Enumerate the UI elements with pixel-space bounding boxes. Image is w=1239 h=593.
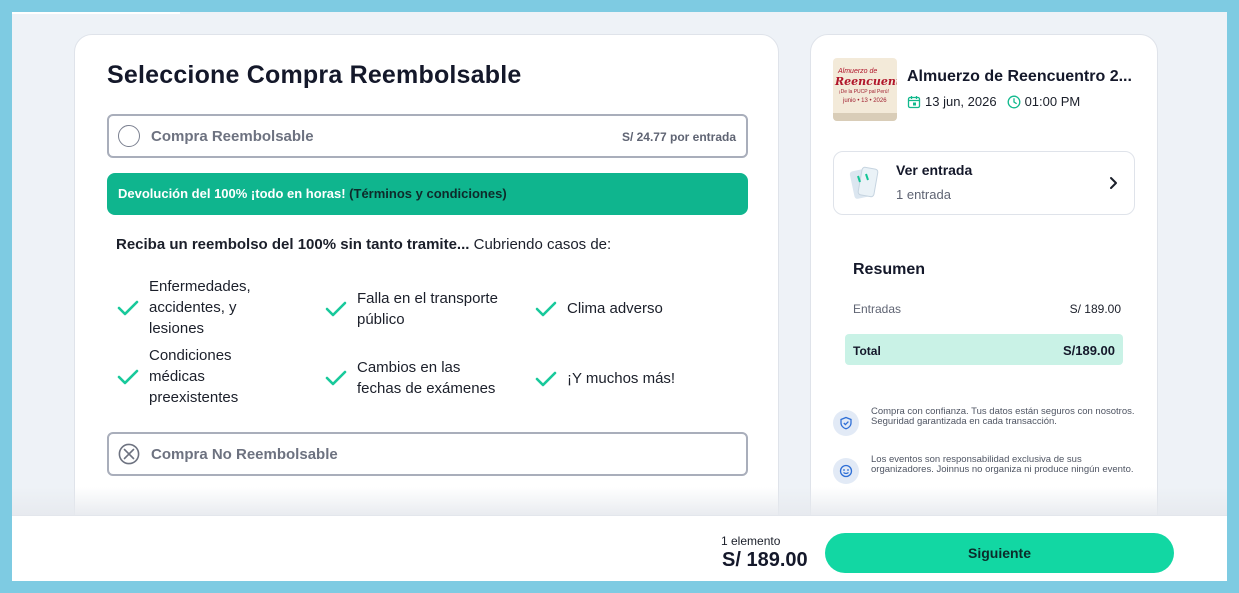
feature-item: Falla en el transporte público: [325, 288, 498, 330]
feature-line: Enfermedades,: [149, 278, 251, 295]
refund-banner: Devolución del 100% ¡todo en horas! (Tér…: [107, 173, 748, 215]
non-refundable-option-label: Compra No Reembolsable: [151, 446, 338, 463]
feature-line: médicas: [149, 368, 205, 385]
feature-line: Cambios en las: [357, 359, 461, 376]
refund-intro: Reciba un reembolso del 100% sin tanto t…: [116, 236, 611, 253]
feature-line: Falla en el transporte: [357, 290, 498, 307]
check-icon: [535, 301, 557, 316]
footer-total: S/ 189.00: [722, 549, 808, 571]
refundable-option-price: S/ 24.77 por entrada: [621, 130, 736, 144]
page-title: Seleccione Compra Reembolsable: [107, 61, 522, 89]
feature-item: Condiciones médicas preexistentes: [117, 345, 238, 408]
feature-item: Cambios en las fechas de exámenes: [325, 357, 495, 399]
support-face-icon: [833, 458, 859, 484]
refundable-option[interactable]: Compra Reembolsable S/ 24.77 por entrada: [107, 114, 748, 158]
refund-selection-card: Seleccione Compra Reembolsable Compra Re…: [74, 34, 779, 554]
disclaimer-info: Los eventos son responsabilidad exclusiv…: [833, 455, 1137, 484]
feature-line: Condiciones: [149, 347, 232, 364]
check-icon: [117, 369, 139, 384]
scroll-fade: [12, 487, 1227, 517]
summary-heading: Resumen: [853, 261, 926, 278]
checkout-footer: 1 elemento S/ 189.00 Siguiente: [12, 515, 1227, 581]
refund-banner-text: Devolución del 100% ¡todo en horas!: [118, 186, 346, 201]
refundable-option-label: Compra Reembolsable: [151, 128, 314, 145]
entries-row: Entradas S/ 189.00: [853, 302, 1121, 316]
total-label: Total: [853, 344, 881, 358]
check-icon: [325, 370, 347, 386]
feature-line: lesiones: [149, 320, 205, 337]
refund-intro-rest: Cubriendo casos de:: [469, 236, 612, 253]
refund-intro-bold: Reciba un reembolso del 100% sin tanto t…: [116, 236, 470, 253]
poster-text: Reencuentro: [835, 75, 897, 88]
feature-line: Clima adverso: [567, 300, 663, 317]
entries-amount: S/ 189.00: [1069, 302, 1121, 316]
radio-empty-icon[interactable]: [118, 125, 140, 147]
item-count: 1 elemento: [721, 534, 781, 548]
event-time: 01:00 PM: [1024, 94, 1081, 109]
terms-link[interactable]: (Términos y condiciones): [349, 186, 506, 201]
next-button[interactable]: Siguiente: [825, 533, 1174, 573]
feature-line: público: [357, 311, 405, 328]
feature-line: ¡Y muchos más!: [567, 370, 676, 387]
ticket-icon: [849, 166, 879, 199]
view-ticket-title: Ver entrada: [896, 162, 973, 178]
feature-line: fechas de exámenes: [357, 380, 496, 397]
top-highlight: [12, 12, 180, 14]
poster-text: junio • 13 • 2026: [843, 98, 887, 104]
event-poster: Almuerzo de Reencuentro ¡De la PUCP pal …: [833, 58, 897, 121]
check-icon: [535, 371, 557, 386]
total-row: Total S/189.00: [845, 334, 1123, 365]
order-summary-card: Almuerzo de Reencuentro ¡De la PUCP pal …: [810, 34, 1158, 554]
view-ticket-button[interactable]: Ver entrada 1 entrada: [833, 151, 1135, 215]
x-circle-icon[interactable]: [118, 443, 140, 465]
event-meta: 13 jun, 2026 01:00 PM: [907, 94, 1080, 109]
feature-item: ¡Y muchos más!: [535, 368, 675, 389]
check-icon: [325, 301, 347, 317]
clock-icon: [1007, 95, 1021, 108]
page: Seleccione Compra Reembolsable Compra Re…: [12, 12, 1227, 581]
chevron-right-icon[interactable]: [1108, 176, 1118, 190]
ticket-count: 1 entrada: [896, 187, 951, 202]
trust-text: Compra con confianza. Tus datos están se…: [871, 406, 1135, 427]
check-icon: [117, 300, 139, 315]
feature-item: Enfermedades, accidentes, y lesiones: [117, 276, 251, 339]
poster-stripe: [833, 113, 897, 121]
shield-check-icon: [833, 410, 859, 436]
poster-text: Almuerzo de: [838, 68, 878, 75]
feature-line: accidentes, y: [149, 299, 237, 316]
event-title: Almuerzo de Reencuentro 2...: [907, 68, 1132, 85]
trust-info: Compra con confianza. Tus datos están se…: [833, 407, 1137, 436]
feature-line: preexistentes: [149, 389, 239, 406]
poster-text: ¡De la PUCP pal Perú!: [839, 89, 889, 95]
disclaimer-text: Los eventos son responsabilidad exclusiv…: [871, 454, 1134, 475]
total-amount: S/189.00: [1062, 343, 1115, 358]
event-date: 13 jun, 2026: [925, 94, 997, 109]
feature-item: Clima adverso: [535, 298, 663, 319]
entries-label: Entradas: [853, 302, 902, 316]
calendar-icon: [907, 95, 921, 108]
non-refundable-option[interactable]: Compra No Reembolsable: [107, 432, 748, 476]
